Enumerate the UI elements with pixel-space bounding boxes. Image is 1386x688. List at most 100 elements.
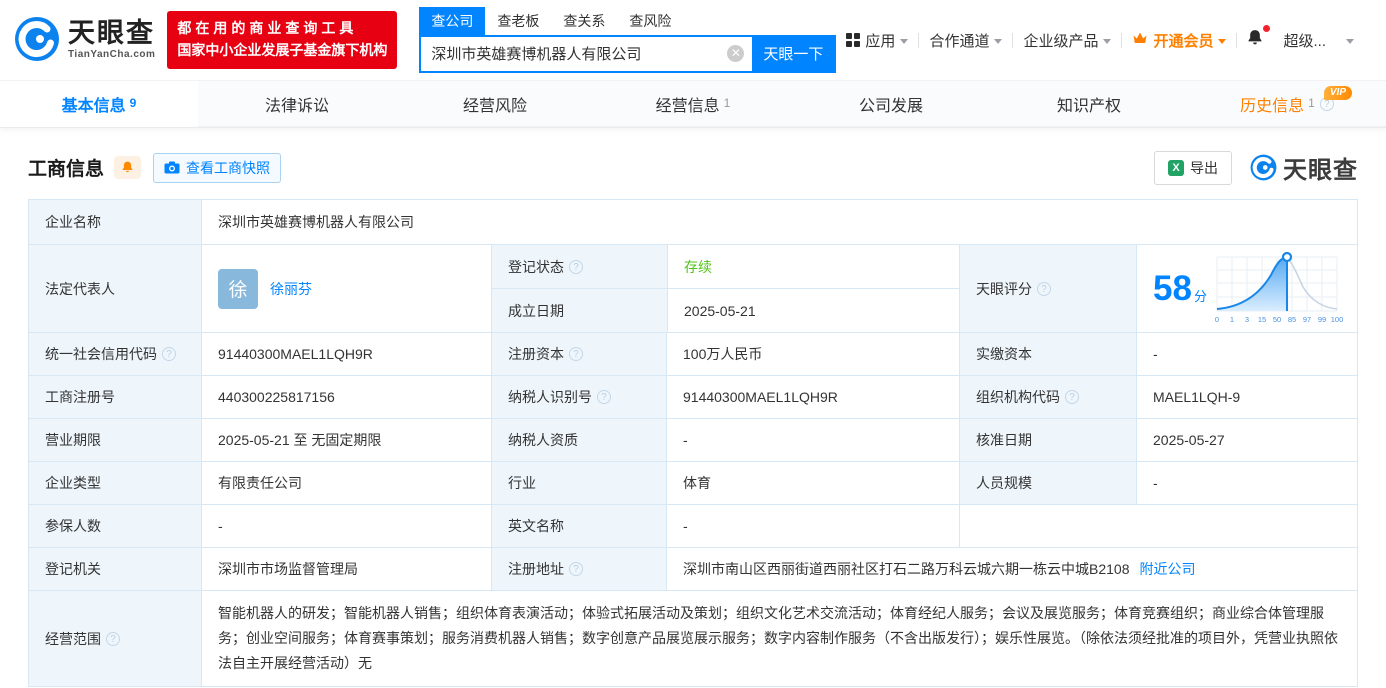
company-nav-tabs: 基本信息 9 法律诉讼 经营风险 经营信息 1 公司发展 知识产权 历史信息 1…	[0, 80, 1386, 128]
nearby-companies-link[interactable]: 附近公司	[1139, 559, 1195, 579]
help-icon[interactable]	[1065, 390, 1079, 404]
help-icon[interactable]	[569, 259, 583, 274]
table-row: 参保人数 - 英文名称 -	[29, 504, 1357, 547]
help-icon[interactable]	[1037, 281, 1051, 296]
score-cell: 58 分 0 1 3 15 50 85 97 99 100	[1136, 245, 1357, 332]
help-icon[interactable]	[569, 347, 583, 361]
search-module: 查公司 查老板 查关系 查风险 ✕ 天眼一下	[419, 6, 837, 73]
address-value: 深圳市南山区西丽街道西丽社区打石二路万科云城六期一栋云中城B2108	[683, 561, 1130, 577]
table-row: 登记机关 深圳市市场监督管理局 注册地址 深圳市南山区西丽街道西丽社区打石二路万…	[29, 547, 1357, 590]
tab-operation-risk[interactable]: 经营风险	[396, 81, 594, 127]
org-code-label-cell: 组织机构代码	[959, 376, 1136, 418]
avatar[interactable]: 徐	[218, 268, 258, 309]
search-button[interactable]: 天眼一下	[752, 36, 835, 71]
help-icon[interactable]	[597, 390, 611, 404]
menu-partner-label: 合作通道	[929, 32, 990, 50]
search-tab-boss[interactable]: 查老板	[485, 7, 551, 35]
export-button[interactable]: X 导出	[1154, 150, 1232, 185]
tab-intellectual-property[interactable]: 知识产权	[990, 81, 1188, 127]
menu-apps[interactable]: 应用	[836, 30, 918, 51]
watermark-logo: 天眼查	[1250, 150, 1358, 185]
paid-capital-value: -	[1136, 333, 1357, 375]
tab-legal[interactable]: 法律诉讼	[198, 81, 396, 127]
header-menu: 应用 合作通道 企业级产品 开通会员 超级...	[836, 25, 1364, 52]
reg-capital-label: 注册资本	[508, 346, 564, 362]
svg-text:99: 99	[1318, 315, 1326, 324]
scope-label-cell: 经营范围	[29, 591, 201, 686]
menu-vip-label: 开通会员	[1153, 32, 1214, 50]
taxpayer-quality-value: -	[666, 419, 959, 461]
staff-size-label: 人员规模	[959, 462, 1136, 504]
industry-value: 体育	[666, 462, 959, 504]
tab-basic-info[interactable]: 基本信息 9	[0, 81, 198, 127]
english-name-label: 英文名称	[491, 505, 666, 547]
help-icon[interactable]	[162, 347, 176, 361]
registry-label: 登记机关	[29, 548, 201, 590]
credit-code-value: 91440300MAEL1LQH9R	[201, 333, 491, 375]
term-label: 营业期限	[29, 419, 201, 461]
tianyancha-eye-icon	[14, 16, 60, 65]
menu-vip[interactable]: 开通会员	[1122, 30, 1236, 51]
paid-capital-label: 实缴资本	[959, 333, 1136, 375]
search-tab-relation[interactable]: 查关系	[551, 7, 617, 35]
menu-partner[interactable]: 合作通道	[919, 30, 1012, 51]
taxpayer-quality-label: 纳税人资质	[491, 419, 666, 461]
tab-count: 1	[723, 96, 731, 110]
tianyancha-eye-icon	[1250, 154, 1277, 181]
business-info-table: 企业名称 深圳市英雄赛博机器人有限公司 法定代表人 徐 徐丽芬 登记状态 存续 …	[28, 199, 1358, 687]
insured-label: 参保人数	[29, 505, 201, 547]
industry-label: 行业	[491, 462, 666, 504]
vip-badge: VIP	[1323, 86, 1352, 100]
tab-history-info[interactable]: 历史信息 1 VIP	[1188, 81, 1386, 127]
menu-enterprise[interactable]: 企业级产品	[1013, 30, 1121, 51]
promo-line1: 都在用的商业查询工具	[177, 20, 358, 37]
table-row: 营业期限 2025-05-21 至 无固定期限 纳税人资质 - 核准日期 202…	[29, 418, 1357, 461]
crown-icon	[1132, 31, 1148, 49]
table-row: 工商注册号 440300225817156 纳税人识别号 91440300MAE…	[29, 375, 1357, 418]
legal-rep-cell: 徐 徐丽芬	[201, 245, 491, 332]
subscribe-bell-button[interactable]	[114, 156, 142, 179]
empty-cell	[959, 505, 1357, 547]
notification-bell[interactable]	[1237, 25, 1273, 52]
apps-grid-icon	[846, 33, 861, 47]
company-name-value: 深圳市英雄赛博机器人有限公司	[201, 200, 1357, 244]
reg-capital-label-cell: 注册资本	[491, 333, 666, 375]
reg-status-label-cell: 登记状态	[492, 245, 667, 288]
tab-label: 历史信息	[1240, 98, 1305, 115]
registry-value: 深圳市市场监督管理局	[201, 548, 491, 590]
menu-more[interactable]	[1336, 37, 1364, 44]
snapshot-button[interactable]: 查看工商快照	[153, 152, 282, 183]
tab-label: 基本信息	[61, 97, 126, 115]
search-input[interactable]	[421, 45, 728, 62]
legal-rep-label: 法定代表人	[29, 245, 201, 332]
establish-date-label: 成立日期	[492, 289, 667, 332]
chevron-down-icon	[1346, 38, 1354, 44]
tab-company-development[interactable]: 公司发展	[792, 81, 990, 127]
menu-super-label: 超级...	[1283, 32, 1326, 50]
org-code-value: MAEL1LQH-9	[1136, 376, 1357, 418]
top-header: 天眼查 TianYanCha.com 都在用的商业查询工具 国家中小企业发展子基…	[0, 0, 1386, 80]
svg-text:97: 97	[1303, 315, 1311, 324]
help-icon[interactable]	[106, 631, 120, 646]
svg-text:50: 50	[1273, 315, 1281, 324]
legal-rep-link[interactable]: 徐丽芬	[270, 279, 312, 299]
help-icon[interactable]	[569, 562, 583, 576]
address-label: 注册地址	[508, 561, 564, 577]
clear-icon[interactable]: ✕	[727, 45, 745, 62]
taxpayer-id-label-cell: 纳税人识别号	[491, 376, 666, 418]
score-unit: 分	[1193, 289, 1207, 304]
menu-super[interactable]: 超级...	[1273, 30, 1336, 51]
tianyancha-logo[interactable]: 天眼查 TianYanCha.com	[14, 16, 155, 65]
table-row: 法定代表人 徐 徐丽芬 登记状态 存续 成立日期 2025-05-21	[29, 244, 1357, 332]
tab-label: 知识产权	[1056, 98, 1121, 115]
approval-date-label: 核准日期	[959, 419, 1136, 461]
search-tab-company[interactable]: 查公司	[419, 6, 486, 35]
address-label-cell: 注册地址	[491, 548, 666, 590]
scope-value: 智能机器人的研发；智能机器人销售；组织体育表演活动；体验式拓展活动及策划；组织文…	[201, 591, 1357, 686]
company-type-value: 有限责任公司	[201, 462, 491, 504]
search-tab-risk[interactable]: 查风险	[617, 7, 683, 35]
tab-operation-info[interactable]: 经营信息 1	[594, 81, 792, 127]
logo-subtitle: TianYanCha.com	[68, 49, 156, 60]
tab-count: 1	[1308, 96, 1315, 110]
scope-label: 经营范围	[45, 630, 101, 647]
